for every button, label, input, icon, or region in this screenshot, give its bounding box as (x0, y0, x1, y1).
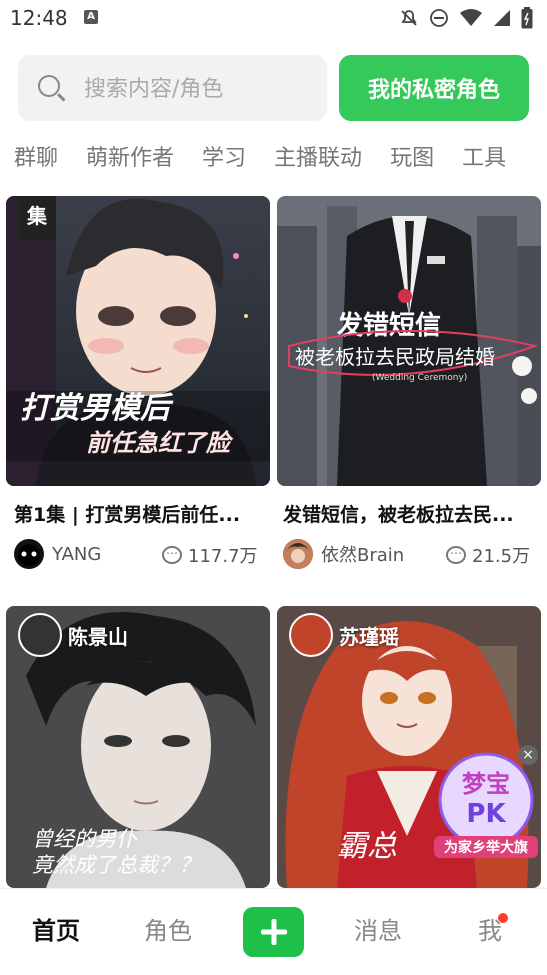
card2-author-name: 依然Brain (321, 545, 405, 566)
card2-author[interactable]: 依然Brain (283, 539, 404, 569)
dnd-icon (429, 8, 449, 32)
card2-title[interactable]: 发错短信，被老板拉去民... (283, 500, 537, 527)
pk-badge-line2: PK (466, 799, 506, 829)
card2-overlay-line2: 被老板拉去民政局结婚 (295, 345, 495, 369)
comment-icon (162, 543, 182, 564)
my-private-roles-button[interactable]: 我的私密角色 (339, 55, 529, 121)
card1-overlay-line1: 打赏男模后 (20, 391, 174, 426)
card2-overlay-line1: 发错短信 (336, 310, 441, 341)
nav-messages[interactable]: 消息 (354, 911, 402, 946)
category-tabs: 群聊 萌新作者 学习 主播联动 玩图 工具 (14, 140, 506, 176)
pk-badge-banner: 为家乡举大旗 (444, 839, 528, 856)
status-bar: 12:48 A (0, 0, 547, 38)
pk-badge-line1: 梦宝 (462, 770, 510, 798)
card1-overlay-line2: 前任急红了脸 (86, 429, 234, 457)
card4-character[interactable]: 苏瑾瑶 (283, 613, 399, 657)
pk-event-badge[interactable]: 梦宝 PK 为家乡举大旗 (432, 750, 540, 860)
avatar (14, 539, 44, 569)
battery-icon (521, 7, 533, 33)
status-time: 12:48 (10, 6, 68, 30)
card2-comment-count: 21.5万 (446, 542, 530, 568)
card1-author[interactable]: YANG (14, 539, 101, 569)
avatar (289, 613, 333, 657)
feed-card-image[interactable]: 打赏男模后 前任急红了脸 集 (6, 196, 270, 486)
tab-tools[interactable]: 工具 (462, 140, 506, 176)
card4-character-name: 苏瑾瑶 (339, 624, 399, 649)
card1-title[interactable]: 第1集 | 打赏男模后前任... (14, 500, 268, 527)
comment-icon (446, 543, 466, 564)
search-box[interactable] (18, 55, 327, 123)
create-plus-button[interactable] (243, 907, 304, 957)
search-input[interactable] (82, 55, 321, 123)
search-icon (38, 75, 60, 97)
mute-icon (399, 8, 419, 32)
signal-icon (493, 8, 511, 32)
tab-study[interactable]: 学习 (202, 140, 246, 176)
tab-streamer-collab[interactable]: 主播联动 (274, 140, 362, 176)
card1-comment-count: 117.7万 (162, 542, 258, 568)
card3-character-name: 陈景山 (68, 624, 128, 649)
card3-overlay-line1: 曾经的男仆 (32, 827, 138, 851)
system-icons (399, 7, 533, 33)
card2-count-text: 21.5万 (472, 546, 531, 567)
nav-roles[interactable]: 角色 (144, 911, 192, 946)
card2-overlay-line3: (Wedding Ceremony) (372, 373, 467, 383)
avatar (18, 613, 62, 657)
bottom-nav: 首页 角色 消息 我 (0, 888, 547, 975)
nav-home[interactable]: 首页 (32, 911, 80, 946)
notification-dot (498, 913, 508, 923)
card1-author-name: YANG (52, 543, 102, 565)
card3-overlay-line2: 竟然成了总裁？？ (32, 853, 200, 877)
card1-count-text: 117.7万 (188, 546, 258, 567)
wifi-icon (459, 8, 483, 32)
card4-overlay-line1: 霸总 (337, 829, 397, 864)
episode-tag: 集 (18, 196, 56, 240)
tab-group-chat[interactable]: 群聊 (14, 140, 58, 176)
avatar (283, 539, 313, 569)
feed-card-image[interactable]: 发错短信 被老板拉去民政局结婚 (Wedding Ceremony) (277, 196, 541, 486)
close-icon[interactable]: × (518, 745, 538, 765)
tab-new-authors[interactable]: 萌新作者 (86, 140, 174, 176)
card3-character[interactable]: 陈景山 (12, 613, 128, 657)
app-notification-icon: A (84, 10, 98, 24)
tab-play-images[interactable]: 玩图 (390, 140, 434, 176)
